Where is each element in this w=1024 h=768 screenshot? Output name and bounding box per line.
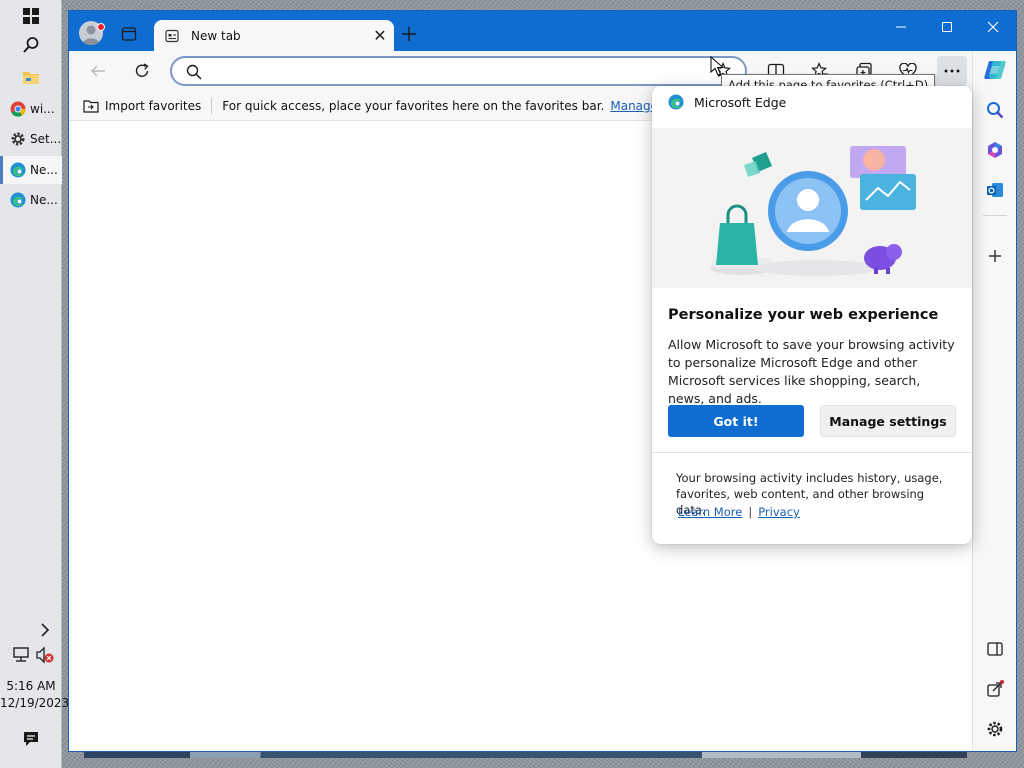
privacy-link[interactable]: Privacy (758, 505, 800, 519)
link-separator: | (748, 505, 753, 519)
volume-muted-icon[interactable] (35, 645, 55, 665)
sidebar-settings-gear-icon[interactable] (981, 715, 1009, 743)
taskbar-app-label: wi... (30, 102, 55, 116)
notification-icon[interactable] (21, 729, 41, 749)
new-tab-page-icon (165, 29, 179, 43)
flyout-description: Allow Microsoft to save your browsing ac… (668, 337, 955, 406)
taskbar-app-label: Ne... (30, 193, 58, 207)
flyout-app-name: Microsoft Edge (694, 94, 787, 110)
learn-more-link[interactable]: Learn More (678, 505, 742, 519)
refresh-icon[interactable] (127, 56, 157, 86)
minimize-icon[interactable] (878, 11, 924, 43)
import-favorites-label: Import favorites (105, 98, 202, 113)
flyout-divider (652, 452, 972, 453)
copilot-icon[interactable] (981, 56, 1009, 84)
taskbar-app-chrome[interactable]: wi... (0, 95, 62, 123)
edge-icon (668, 94, 684, 110)
sidebar-search-icon[interactable] (981, 96, 1009, 124)
hide-sidebar-icon[interactable] (981, 635, 1009, 663)
import-folder-icon (83, 99, 99, 113)
favorites-bar-hint: For quick access, place your favorites h… (222, 98, 605, 113)
microsoft-365-icon[interactable] (981, 136, 1009, 164)
personalization-illustration (652, 128, 972, 288)
close-window-icon[interactable] (970, 11, 1016, 43)
file-explorer-icon[interactable] (21, 67, 41, 87)
edge-icon (10, 162, 26, 178)
chrome-icon (10, 101, 26, 117)
add-sidebar-app-plus-icon[interactable] (981, 242, 1009, 270)
taskbar-app-edge-1[interactable]: Ne... (0, 156, 62, 184)
tab-new-tab[interactable]: New tab ✕ (154, 20, 394, 51)
search-icon (186, 64, 202, 80)
manage-settings-button[interactable]: Manage settings (820, 405, 956, 437)
outlook-icon[interactable] (981, 176, 1009, 204)
external-link-icon[interactable] (981, 675, 1009, 703)
tab-actions-icon[interactable] (121, 26, 137, 42)
tab-strip: New tab ✕ (69, 11, 1016, 51)
maximize-icon[interactable] (924, 11, 970, 43)
got-it-button[interactable]: Got it! (668, 405, 804, 437)
flyout-header: Microsoft Edge (668, 94, 786, 110)
back-arrow-icon[interactable] (83, 56, 113, 86)
gear-icon (10, 131, 26, 147)
taskbar-app-label: Set... (30, 132, 62, 146)
chevron-right-icon[interactable] (35, 620, 55, 640)
address-input[interactable] (212, 62, 732, 80)
mouse-cursor-icon (710, 56, 724, 76)
taskbar-app-settings[interactable]: Set... (0, 125, 62, 153)
taskbar-time[interactable]: 5:16 AM (0, 679, 62, 693)
windows-start-icon[interactable] (21, 6, 41, 26)
personalize-flyout: Microsoft Edge Personalize your web expe… (652, 86, 972, 544)
tab-title: New tab (191, 28, 241, 43)
profile-notification-dot (97, 23, 105, 31)
new-tab-plus-icon[interactable] (401, 26, 417, 42)
settings-and-more-icon[interactable] (937, 56, 967, 86)
address-bar[interactable] (170, 56, 747, 86)
background-window-strip (84, 752, 967, 758)
flyout-links: Learn More | Privacy (678, 505, 800, 519)
search-icon[interactable] (21, 35, 41, 55)
flyout-title: Personalize your web experience (668, 307, 939, 323)
taskbar-date[interactable]: 12/19/2023 (0, 696, 69, 710)
sidebar-divider (983, 215, 1007, 216)
edge-icon (10, 192, 26, 208)
taskbar: wi... Set... Ne... Ne... 5:16 AM 12/19/2… (0, 0, 69, 768)
network-icon[interactable] (11, 645, 31, 665)
edge-sidebar (972, 51, 1016, 751)
close-tab-icon[interactable]: ✕ (366, 24, 394, 48)
import-favorites-button[interactable]: Import favorites (83, 97, 213, 114)
taskbar-app-edge-2[interactable]: Ne... (0, 186, 62, 214)
taskbar-app-label: Ne... (30, 163, 58, 177)
